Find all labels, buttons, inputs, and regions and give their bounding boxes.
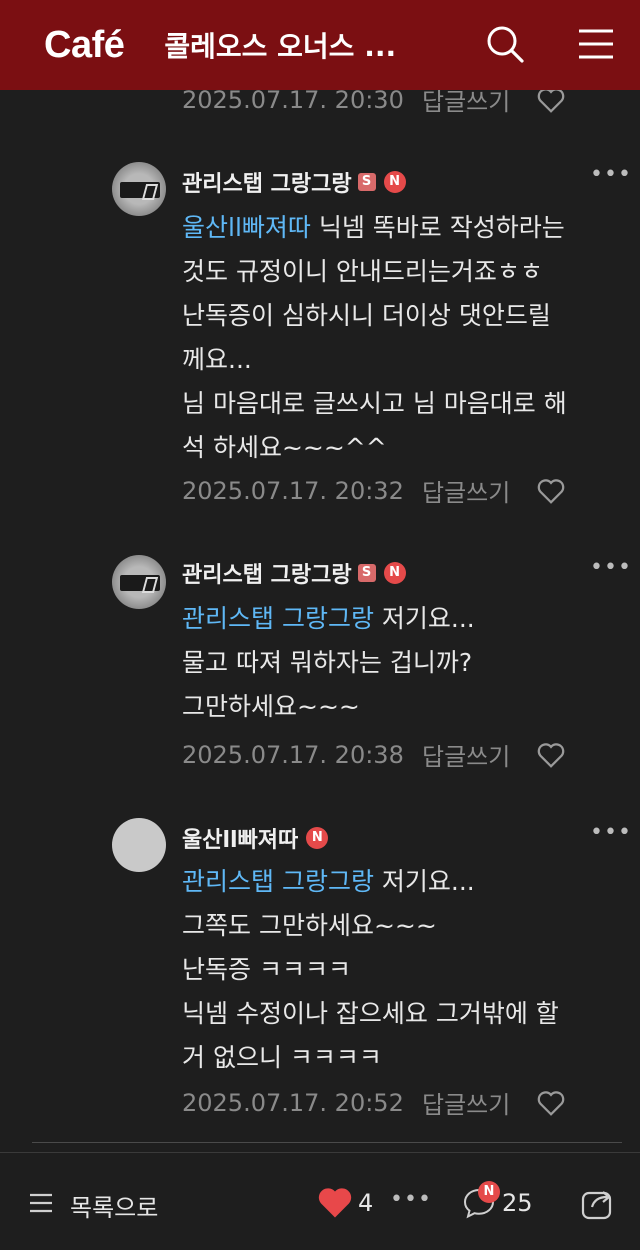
new-badge: N xyxy=(383,171,406,193)
comment-date: 2025.07.17. 20:38 xyxy=(182,740,404,769)
avatar[interactable] xyxy=(112,162,166,216)
mention-link[interactable]: 울산ll빠져따 xyxy=(182,213,311,242)
author-name: 관리스탭 그랑그랑 xyxy=(182,563,352,588)
comment-body: 관리스탭 그랑그랑 저기요... 그쪽도 그만하세요~~~ 난독증 ㅋㅋㅋㅋ 닉… xyxy=(182,867,559,1072)
heart-outline-icon[interactable] xyxy=(536,1089,566,1117)
divider xyxy=(32,1142,622,1143)
comment-meta: 2025.07.17. 20:52 답글쓰기 xyxy=(182,1085,566,1120)
hamburger-menu-icon[interactable] xyxy=(574,22,618,66)
author-name: 울산ll빠져따 xyxy=(182,828,299,853)
comment-author[interactable]: 관리스탭 그랑그랑 S N xyxy=(182,557,406,589)
comment-count: 25 xyxy=(502,1189,533,1217)
page-title[interactable]: 콜레오스 오너스 ... xyxy=(164,25,396,65)
new-badge: N xyxy=(306,827,329,849)
new-badge: N xyxy=(383,562,406,584)
heart-outline-icon[interactable] xyxy=(536,477,566,505)
search-icon[interactable] xyxy=(483,22,527,66)
heart-filled-icon[interactable] xyxy=(316,1185,354,1219)
comment-meta: 2025.07.17. 20:32 답글쓰기 xyxy=(182,473,566,508)
share-icon[interactable] xyxy=(580,1185,616,1221)
more-options-icon[interactable]: ••• xyxy=(590,820,632,845)
mention-link[interactable]: 관리스탭 그랑그랑 xyxy=(182,604,374,633)
comment-meta: 2025.07.17. 20:38 답글쓰기 xyxy=(182,737,566,772)
cafe-logo[interactable]: Café xyxy=(44,24,125,67)
avatar[interactable] xyxy=(112,818,166,872)
reply-button[interactable]: 답글쓰기 xyxy=(422,737,510,772)
comment-author[interactable]: 울산ll빠져따 N xyxy=(182,822,329,854)
new-badge: N xyxy=(478,1181,500,1203)
staff-badge: S xyxy=(357,173,376,191)
more-options-icon[interactable]: ••• xyxy=(590,162,632,187)
avatar[interactable] xyxy=(112,555,166,609)
reply-button[interactable]: 답글쓰기 xyxy=(422,473,510,508)
bottom-toolbar: 목록으로 4 ••• N 25 xyxy=(0,1152,640,1250)
more-options-icon[interactable]: ••• xyxy=(390,1187,432,1212)
comment-date: 2025.07.17. 20:52 xyxy=(182,1088,404,1117)
author-name: 관리스탭 그랑그랑 xyxy=(182,172,352,197)
comment-body: 관리스탭 그랑그랑 저기요... 물고 따져 뭐하자는 겁니까? 그만하세요~~… xyxy=(182,604,475,721)
comment-list: 2025.07.17. 20:30 답글쓰기 관리스탭 그랑그랑 S N •••… xyxy=(0,0,640,1150)
back-to-list-button[interactable]: 목록으로 xyxy=(70,1188,158,1223)
comment-author[interactable]: 관리스탭 그랑그랑 S N xyxy=(182,166,406,198)
heart-outline-icon[interactable] xyxy=(536,741,566,769)
comment-date: 2025.07.17. 20:32 xyxy=(182,476,404,505)
mention-link[interactable]: 관리스탭 그랑그랑 xyxy=(182,867,374,896)
comment-body: 울산ll빠져따 닉넴 똑바로 작성하라는 것도 규정이니 안내드리는거죠ㅎㅎ 난… xyxy=(182,213,567,462)
staff-badge: S xyxy=(357,564,376,582)
reply-button[interactable]: 답글쓰기 xyxy=(422,1085,510,1120)
more-options-icon[interactable]: ••• xyxy=(590,555,632,580)
app-header: Café 콜레오스 오너스 ... xyxy=(0,0,640,90)
list-icon[interactable] xyxy=(28,1191,54,1215)
like-count: 4 xyxy=(358,1189,374,1217)
